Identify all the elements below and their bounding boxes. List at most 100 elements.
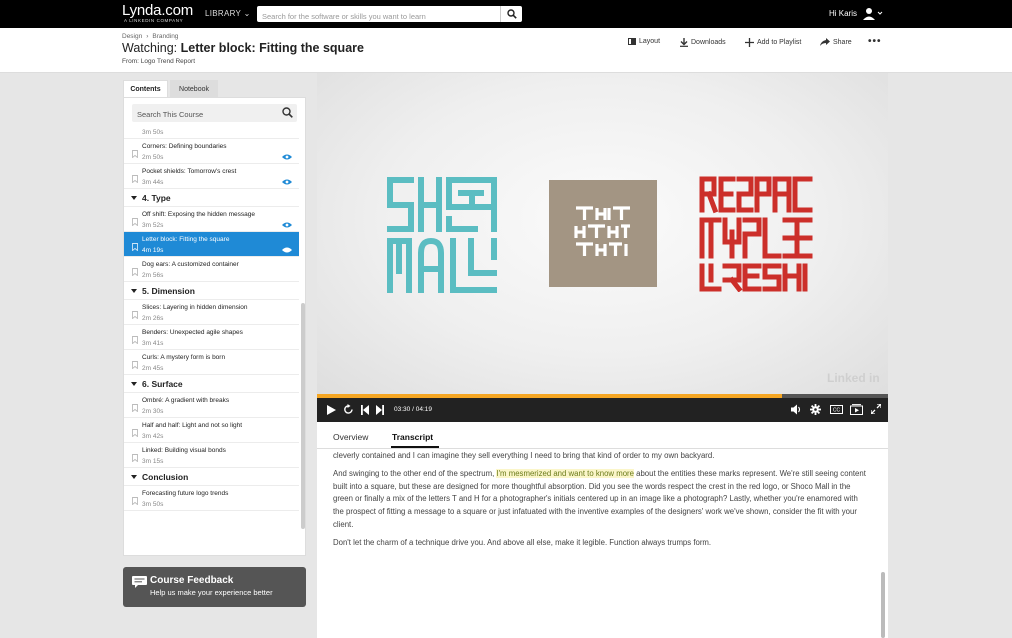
page-header: Design › Branding Watching: Letter block: … — [0, 28, 1012, 73]
bookmark-icon[interactable] — [132, 331, 138, 349]
contents-scrollbar-thumb[interactable] — [301, 303, 305, 529]
course-search-input[interactable] — [132, 105, 277, 124]
video-duration: 3m 50s — [142, 129, 164, 136]
transcript-scrollbar[interactable] — [881, 572, 885, 638]
user-icon — [863, 8, 883, 20]
video-player[interactable]: Linked in — [317, 73, 888, 396]
video-item[interactable]: Forecasting future logo trends 3m 50s — [124, 486, 299, 511]
video-item[interactable]: 3m 50s — [124, 126, 299, 139]
video-item[interactable]: Pocket shields: Tomorrow's crest 3m 44s — [124, 164, 299, 189]
search-icon[interactable] — [282, 107, 293, 118]
video-title: Ombré: A gradient with breaks — [142, 397, 230, 404]
bookmark-icon[interactable] — [132, 306, 138, 324]
lynda-logo[interactable]: Lynda.com A LINKEDIN COMPANY — [122, 3, 193, 23]
bookmark-icon[interactable] — [132, 213, 138, 231]
breadcrumb-design[interactable]: Design — [122, 33, 142, 40]
chapter-header[interactable]: 5. Dimension — [124, 282, 299, 300]
video-title: Slices: Layering in hidden dimension — [142, 304, 248, 311]
course-link[interactable]: Logo Trend Report — [141, 58, 195, 65]
total-time: 04:19 — [415, 406, 432, 413]
caret-down-icon — [131, 196, 137, 200]
replay-icon[interactable] — [343, 404, 354, 415]
tab-transcript[interactable]: Transcript — [392, 432, 433, 442]
chapter-header[interactable]: Conclusion — [124, 468, 299, 486]
course-feedback-button[interactable]: Course Feedback Help us make your experi… — [123, 567, 306, 607]
video-item[interactable]: Dog ears: A customized container 2m 56s — [124, 257, 299, 282]
more-options-button[interactable]: ••• — [868, 36, 882, 47]
transcript-paragraph[interactable]: Don't let the charm of a technique drive… — [333, 537, 868, 550]
video-item[interactable]: Half and half: Light and not so light 3m … — [124, 418, 299, 443]
bookmark-icon[interactable] — [132, 449, 138, 467]
tab-contents[interactable]: Contents — [123, 80, 168, 98]
eye-icon — [282, 240, 292, 258]
caret-down-icon — [131, 475, 137, 479]
current-caption-highlight: I'm mesmerized and want to know more — [496, 468, 634, 478]
tab-notebook[interactable]: Notebook — [170, 80, 218, 98]
theater-mode-icon[interactable] — [850, 404, 863, 415]
lower-panel: Overview Transcript cleverly contained a… — [317, 422, 888, 638]
captions-icon[interactable]: CC — [830, 405, 843, 414]
settings-icon[interactable] — [810, 404, 821, 415]
video-item[interactable]: Off shift: Exposing the hidden message 3m… — [124, 207, 299, 232]
download-icon — [680, 38, 688, 47]
video-title: Curls: A mystery form is born — [142, 354, 226, 361]
svg-text:CC: CC — [833, 408, 841, 414]
course-search — [132, 104, 297, 124]
play-icon[interactable] — [327, 405, 336, 415]
bookmark-icon[interactable] — [132, 263, 138, 281]
bookmark-icon[interactable] — [132, 492, 138, 510]
bookmark-icon[interactable] — [132, 170, 138, 188]
table-of-contents: 3m 50s Corners: Defining boundaries 2m 50s… — [124, 126, 299, 529]
video-title: Off shift: Exposing the hidden message — [142, 211, 255, 218]
transcript-paragraph[interactable]: And swinging to the other end of the spe… — [333, 468, 868, 532]
downloads-label: Downloads — [691, 39, 726, 46]
user-greeting: Hi Karis — [829, 9, 858, 18]
video-item[interactable]: Curls: A mystery form is born 2m 45s — [124, 350, 299, 375]
bookmark-icon[interactable] — [132, 356, 138, 374]
search-icon — [506, 9, 517, 19]
video-item[interactable]: Slices: Layering in hidden dimension 2m 2… — [124, 300, 299, 325]
layout-button[interactable]: Layout — [628, 38, 660, 45]
library-menu[interactable]: LIBRARY ⌄ — [205, 9, 251, 18]
video-item[interactable]: Benders: Unexpected agile shapes 3m 41s — [124, 325, 299, 350]
transcript-paragraph[interactable]: cleverly contained and I can imagine the… — [333, 450, 868, 463]
chapter-title: Conclusion — [142, 472, 189, 482]
chapter-header[interactable]: 6. Surface — [124, 375, 299, 393]
video-duration: 3m 52s — [142, 222, 164, 229]
video-item[interactable]: Linked: Building visual bonds 3m 15s — [124, 443, 299, 468]
bookmark-icon[interactable] — [132, 399, 138, 417]
search-button[interactable] — [500, 6, 522, 22]
global-search — [257, 6, 522, 25]
bookmark-icon[interactable] — [132, 145, 138, 163]
fullscreen-icon[interactable] — [871, 404, 881, 414]
video-duration: 2m 26s — [142, 315, 164, 322]
video-time: 03:30 / 04:19 — [394, 406, 432, 413]
add-to-playlist-button[interactable]: Add to Playlist — [745, 38, 801, 47]
bookmark-icon[interactable] — [132, 238, 138, 256]
user-menu[interactable] — [862, 6, 884, 22]
video-duration: 4m 19s — [142, 247, 164, 254]
breadcrumb-branding[interactable]: Branding — [152, 33, 178, 40]
current-time: 03:30 — [394, 406, 411, 413]
eye-icon — [282, 215, 292, 233]
layout-icon — [628, 38, 636, 45]
video-item[interactable]: Ombré: A gradient with breaks 2m 30s — [124, 393, 299, 418]
global-search-input[interactable] — [257, 8, 497, 25]
video-item[interactable]: Corners: Defining boundaries 2m 50s — [124, 139, 299, 164]
video-duration: 2m 50s — [142, 154, 164, 161]
tab-overview[interactable]: Overview — [333, 432, 368, 442]
share-button[interactable]: Share — [820, 38, 852, 46]
logo-subtitle: A LINKEDIN COMPANY — [124, 18, 184, 23]
previous-icon[interactable] — [361, 405, 369, 415]
chevron-down-icon: ⌄ — [243, 9, 251, 18]
video-item-current[interactable]: Letter block: Fitting the square 4m 19s — [124, 232, 299, 257]
chapter-header[interactable]: 4. Type — [124, 189, 299, 207]
title-prefix: Watching: — [122, 41, 178, 55]
chapter-title: 5. Dimension — [142, 286, 195, 296]
volume-icon[interactable] — [791, 404, 802, 415]
bookmark-icon[interactable] — [132, 424, 138, 442]
caret-down-icon — [131, 289, 137, 293]
next-icon[interactable] — [376, 405, 384, 415]
contents-panel: 3m 50s Corners: Defining boundaries 2m 50s… — [123, 97, 306, 556]
downloads-button[interactable]: Downloads — [680, 38, 726, 47]
